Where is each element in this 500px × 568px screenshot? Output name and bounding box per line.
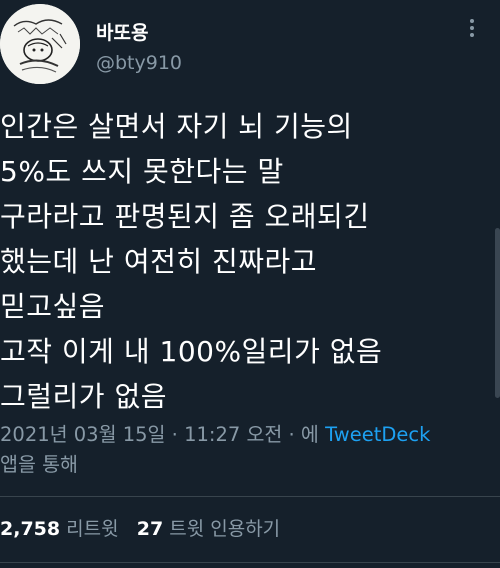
scrollbar[interactable] — [495, 228, 500, 398]
quotes-stat[interactable]: 27 트윗 인용하기 — [137, 518, 280, 540]
avatar[interactable] — [0, 4, 80, 84]
tweet-source-suffix: 앱을 통해 — [0, 453, 78, 476]
tweet-header: 바또용 @bty910 — [0, 0, 500, 100]
display-name[interactable]: 바또용 — [96, 18, 148, 45]
tweet-meta: 2021년 03월 15일 · 11:27 오전 · 에 TweetDeck 앱… — [0, 420, 490, 480]
sketch-avatar-icon — [0, 4, 80, 84]
divider — [0, 562, 500, 563]
tweet-detail: 바또용 @bty910 인간은 살면서 자기 뇌 기능의 5%도 쓰지 못한다는… — [0, 0, 500, 568]
retweets-count: 2,758 — [0, 518, 61, 540]
quotes-count: 27 — [136, 518, 164, 540]
tweet-stats: 2,758 리트윗 27 트윗 인용하기 — [0, 514, 280, 541]
tweet-text: 인간은 살면서 자기 뇌 기능의 5%도 쓰지 못한다는 말 구라라고 판명된지… — [0, 110, 383, 413]
tweet-source-link[interactable]: TweetDeck — [325, 423, 430, 446]
tweet-timestamp[interactable]: 2021년 03월 15일 · 11:27 오전 · 에 — [0, 423, 319, 446]
retweets-stat[interactable]: 2,758 리트윗 — [0, 518, 119, 540]
retweets-label: 리트윗 — [66, 518, 119, 540]
divider — [0, 496, 500, 497]
more-options-icon[interactable] — [460, 16, 484, 40]
user-handle[interactable]: @bty910 — [96, 52, 182, 74]
quotes-label: 트윗 인용하기 — [169, 518, 281, 540]
